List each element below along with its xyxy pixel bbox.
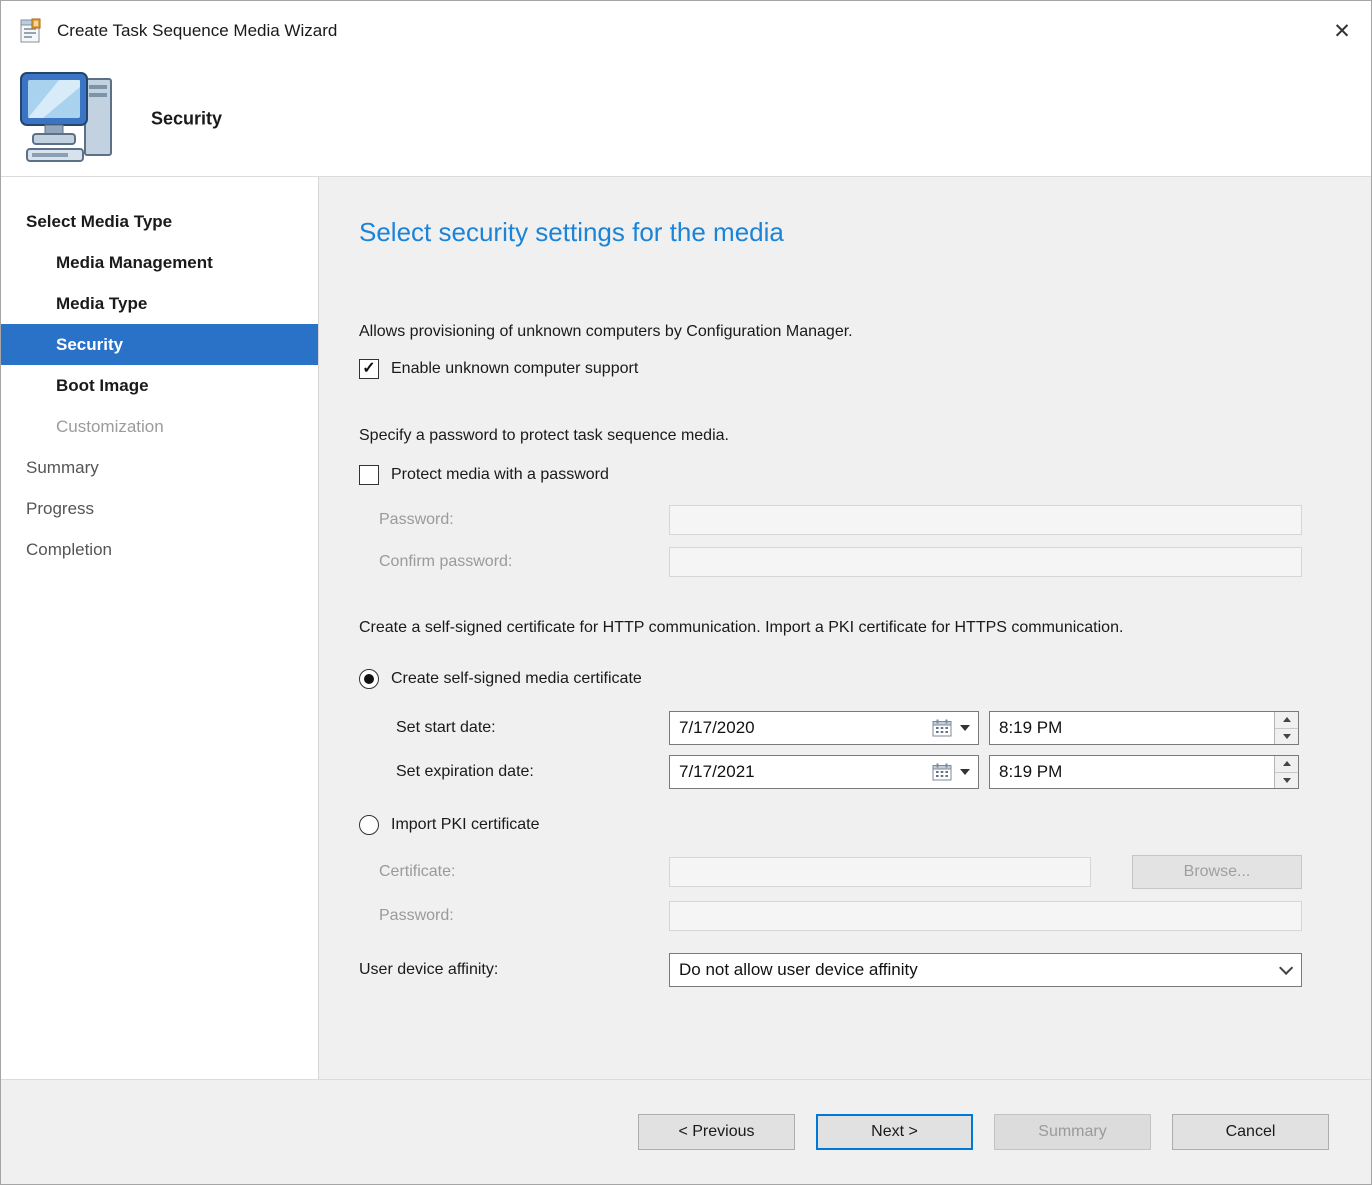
expiration-date-row: Set expiration date: 7/17/2021 — [396, 755, 1302, 789]
computer-icon — [19, 65, 127, 178]
protect-media-row: Protect media with a password — [359, 463, 1302, 487]
summary-button: Summary — [994, 1114, 1151, 1150]
expiration-time-value: 8:19 PM — [999, 762, 1062, 782]
start-time-spinner[interactable]: 8:19 PM — [989, 711, 1299, 745]
password-input — [669, 505, 1302, 535]
nav-progress: Progress — [1, 488, 318, 529]
self-signed-label: Create self-signed media certificate — [391, 670, 642, 688]
pki-password-row: Password: — [359, 901, 1302, 931]
spin-down-icon[interactable] — [1275, 728, 1298, 745]
enable-unknown-computer-label: Enable unknown computer support — [391, 360, 638, 378]
titlebar: Create Task Sequence Media Wizard ✕ — [1, 1, 1371, 61]
spin-up-icon[interactable] — [1275, 756, 1298, 772]
confirm-password-label: Confirm password: — [359, 553, 669, 571]
spin-up-icon[interactable] — [1275, 712, 1298, 728]
expiration-date-value: 7/17/2021 — [679, 762, 755, 782]
import-pki-row: Import PKI certificate — [359, 813, 1302, 837]
start-date-label: Set start date: — [396, 719, 669, 737]
browse-button: Browse... — [1132, 855, 1302, 889]
unknown-computers-description: Allows provisioning of unknown computers… — [359, 321, 1302, 343]
import-pki-radio[interactable] — [359, 815, 379, 835]
nav-summary: Summary — [1, 447, 318, 488]
start-time-spin-buttons — [1274, 712, 1298, 744]
window-title: Create Task Sequence Media Wizard — [57, 21, 337, 41]
date-dropdown-icon — [960, 769, 970, 775]
enable-unknown-computer-row: Enable unknown computer support — [359, 357, 1302, 381]
calendar-icon — [932, 763, 952, 781]
start-date-value: 7/17/2020 — [679, 718, 755, 738]
start-date-picker[interactable]: 7/17/2020 — [669, 711, 979, 745]
confirm-password-row: Confirm password: — [359, 547, 1302, 577]
nav-boot-image[interactable]: Boot Image — [1, 365, 318, 406]
wizard-footer: < Previous Next > Summary Cancel — [1, 1079, 1371, 1184]
self-signed-row: Create self-signed media certificate — [359, 667, 1302, 691]
certificate-input — [669, 857, 1091, 887]
next-button[interactable]: Next > — [816, 1114, 973, 1150]
chevron-down-icon — [1279, 961, 1293, 975]
certificate-description: Create a self-signed certificate for HTT… — [359, 617, 1219, 639]
nav-security[interactable]: Security — [1, 324, 318, 365]
certificate-label: Certificate: — [359, 863, 669, 881]
start-date-row: Set start date: 7/17/2020 — [396, 711, 1302, 745]
certificate-row: Certificate: Browse... — [359, 855, 1302, 889]
expiration-date-picker[interactable]: 7/17/2021 — [669, 755, 979, 789]
nav-customization: Customization — [1, 406, 318, 447]
expiration-date-label: Set expiration date: — [396, 763, 669, 781]
expiration-time-spin-buttons — [1274, 756, 1298, 788]
nav-media-management[interactable]: Media Management — [1, 242, 318, 283]
affinity-label: User device affinity: — [359, 961, 669, 979]
wizard-icon — [17, 17, 45, 45]
pki-password-input — [669, 901, 1302, 931]
affinity-dropdown[interactable]: Do not allow user device affinity — [669, 953, 1302, 987]
wizard-header: Security — [1, 61, 1371, 177]
spin-down-icon[interactable] — [1275, 772, 1298, 789]
nav-select-media-type[interactable]: Select Media Type — [1, 201, 318, 242]
self-signed-radio[interactable] — [359, 669, 379, 689]
close-icon[interactable]: ✕ — [1313, 1, 1371, 61]
date-dropdown-icon — [960, 725, 970, 731]
start-time-value: 8:19 PM — [999, 718, 1062, 738]
import-pki-label: Import PKI certificate — [391, 816, 540, 834]
main-area: Select Media Type Media Management Media… — [1, 177, 1371, 1079]
password-label: Password: — [359, 511, 669, 529]
password-row: Password: — [359, 505, 1302, 535]
wizard-window: Create Task Sequence Media Wizard ✕ Secu… — [0, 0, 1372, 1185]
pki-password-label: Password: — [359, 907, 669, 925]
wizard-nav: Select Media Type Media Management Media… — [1, 177, 319, 1079]
confirm-password-input — [669, 547, 1302, 577]
page-heading: Select security settings for the media — [359, 217, 1302, 247]
protect-media-checkbox[interactable] — [359, 465, 379, 485]
nav-completion: Completion — [1, 529, 318, 570]
protect-media-label: Protect media with a password — [391, 466, 609, 484]
media-password-description: Specify a password to protect task seque… — [359, 425, 1302, 447]
calendar-icon — [932, 719, 952, 737]
expiration-date-tools — [932, 763, 978, 781]
start-date-tools — [932, 719, 978, 737]
expiration-time-spinner[interactable]: 8:19 PM — [989, 755, 1299, 789]
affinity-selected-value: Do not allow user device affinity — [679, 960, 918, 980]
header-page-title: Security — [151, 108, 222, 129]
nav-media-type[interactable]: Media Type — [1, 283, 318, 324]
enable-unknown-computer-checkbox[interactable] — [359, 359, 379, 379]
affinity-row: User device affinity: Do not allow user … — [359, 953, 1302, 987]
previous-button[interactable]: < Previous — [638, 1114, 795, 1150]
page-content: Select security settings for the media A… — [319, 177, 1371, 1079]
cancel-button[interactable]: Cancel — [1172, 1114, 1329, 1150]
